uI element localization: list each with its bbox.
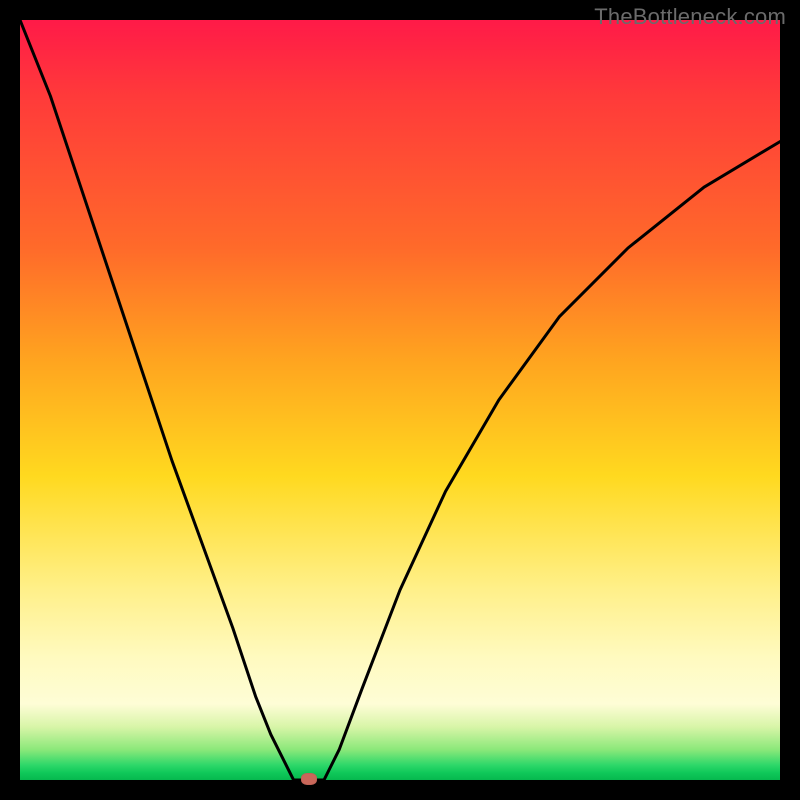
optimal-point-marker (301, 773, 317, 785)
plot-area (20, 20, 780, 780)
bottleneck-curve (20, 20, 780, 780)
watermark-label: TheBottleneck.com (594, 4, 786, 30)
chart-frame: TheBottleneck.com (0, 0, 800, 800)
curve-path (20, 20, 780, 780)
